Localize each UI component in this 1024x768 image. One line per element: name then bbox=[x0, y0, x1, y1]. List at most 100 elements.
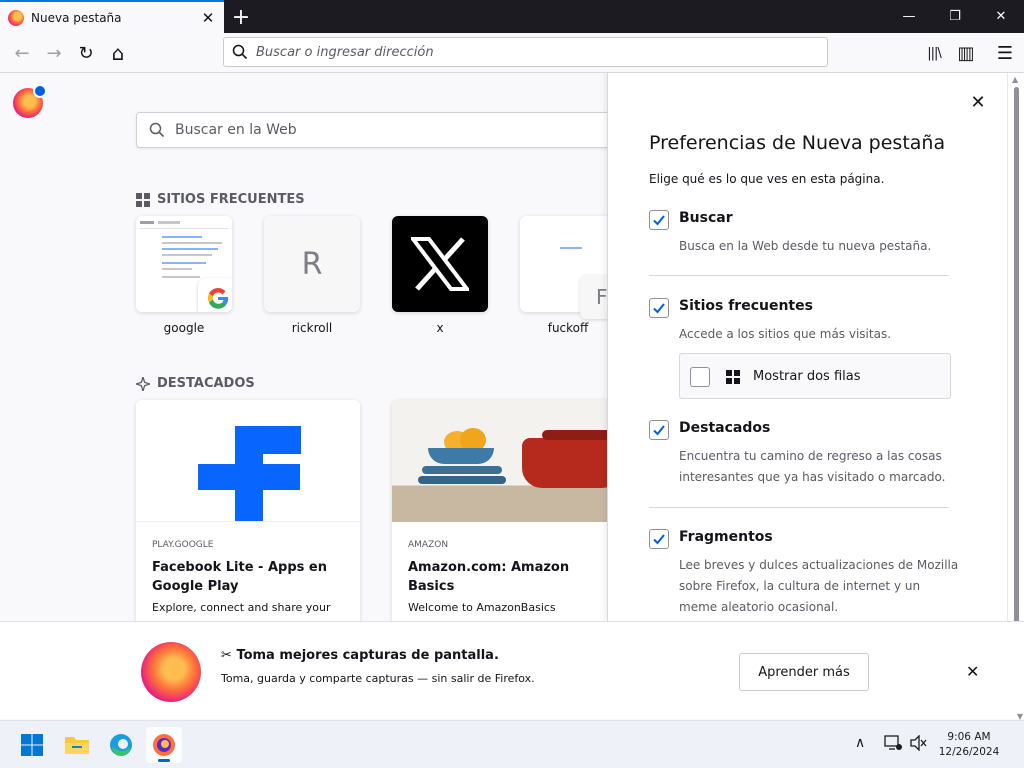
top-site-label: google bbox=[163, 321, 205, 335]
library-icon[interactable]: |||\ bbox=[918, 37, 950, 69]
firefox-taskbar-icon[interactable] bbox=[146, 727, 182, 763]
option-name: Sitios frecuentes bbox=[679, 298, 813, 314]
highlights-heading: DESTACADOS bbox=[136, 376, 255, 391]
highlights-title: DESTACADOS bbox=[157, 376, 255, 391]
search-icon bbox=[232, 44, 248, 60]
tab-title: Nueva pestaña bbox=[31, 10, 122, 25]
back-arrow-icon[interactable]: ← bbox=[6, 37, 38, 69]
top-site-rickroll[interactable]: R rickroll bbox=[264, 216, 360, 335]
facebook-logo-icon bbox=[136, 400, 360, 522]
navigation-bar: ← → ↻ ⌂ Buscar o ingresar dirección |||\… bbox=[0, 33, 1024, 73]
highlight-card-amazon[interactable]: AMAZON Amazon.com: Amazon Basics Welcome… bbox=[392, 400, 616, 621]
windows-start-icon[interactable] bbox=[14, 727, 50, 763]
top-site-label: rickroll bbox=[291, 321, 333, 335]
web-search-placeholder: Buscar en la Web bbox=[175, 122, 297, 138]
web-search-input[interactable]: Buscar en la Web bbox=[136, 112, 616, 148]
option-name: Buscar bbox=[679, 210, 733, 226]
top-sites-checkbox[interactable] bbox=[649, 298, 669, 318]
snippet-close-icon[interactable]: ✕ bbox=[966, 662, 979, 681]
clock-time: 9:06 AM bbox=[947, 731, 991, 743]
snippet-heading: ✂ Toma mejores capturas de pantalla. bbox=[221, 648, 499, 663]
sparkle-icon bbox=[136, 376, 150, 391]
amazon-product-image bbox=[392, 400, 616, 522]
card-source: AMAZON bbox=[408, 540, 449, 550]
checkmark-icon bbox=[653, 425, 665, 436]
new-tab-preferences-panel: ✕ Preferencias de Nueva pestaña Elige qu… bbox=[607, 73, 1007, 621]
card-title: Facebook Lite - Apps en Google Play bbox=[152, 560, 327, 594]
prefs-close-icon[interactable]: ✕ bbox=[968, 92, 988, 113]
url-bar[interactable]: Buscar o ingresar dirección bbox=[223, 37, 828, 67]
top-sites-title: SITIOS FRECUENTES bbox=[157, 192, 305, 207]
firefox-favicon-icon bbox=[8, 9, 24, 26]
home-icon[interactable]: ⌂ bbox=[102, 37, 134, 69]
top-site-fuckoff[interactable]: F fuckoff bbox=[520, 216, 628, 335]
reload-icon[interactable]: ↻ bbox=[70, 37, 102, 69]
checkmark-icon bbox=[653, 534, 665, 545]
edge-browser-icon[interactable] bbox=[103, 727, 139, 763]
sidebar-icon[interactable]: ▥ bbox=[950, 37, 982, 69]
x-logo-icon bbox=[411, 237, 469, 291]
snippets-checkbox[interactable] bbox=[649, 529, 669, 549]
grid-icon bbox=[136, 192, 150, 207]
grid-icon bbox=[726, 370, 740, 384]
google-logo-icon bbox=[198, 278, 232, 312]
forward-arrow-icon[interactable]: → bbox=[38, 37, 70, 69]
prefs-subtitle: Elige qué es lo que ves en esta página. bbox=[649, 172, 885, 186]
snippet-notification-bar: ✂ Toma mejores capturas de pantalla. Tom… bbox=[0, 621, 1024, 721]
option-description: Accede a los sitios que más visitas. bbox=[679, 327, 892, 341]
option-name: Destacados bbox=[679, 420, 771, 436]
firefox-window: Nueva pestaña ✕ + — ❐ ✕ ← → ↻ ⌂ Buscar o… bbox=[0, 0, 1024, 768]
divider bbox=[649, 507, 949, 508]
top-site-label: fuckoff bbox=[547, 321, 589, 335]
learn-more-button[interactable]: Aprender más bbox=[739, 653, 869, 691]
system-clock[interactable]: 9:06 AM 12/26/2024 bbox=[936, 730, 1002, 760]
menu-hamburger-icon[interactable]: ☰ bbox=[989, 37, 1021, 69]
search-checkbox[interactable] bbox=[649, 210, 669, 230]
snippet-heading-text: Toma mejores capturas de pantalla. bbox=[236, 648, 499, 663]
checkmark-icon bbox=[653, 215, 665, 226]
search-icon bbox=[149, 122, 165, 138]
minimize-button[interactable]: — bbox=[886, 0, 932, 33]
tab-bar: Nueva pestaña ✕ + — ❐ ✕ bbox=[0, 0, 1024, 33]
option-name: Fragmentos bbox=[679, 529, 773, 545]
firefox-logo-icon bbox=[13, 84, 47, 118]
site-thumbnail bbox=[560, 247, 582, 249]
file-explorer-icon[interactable] bbox=[59, 727, 95, 763]
maximize-button[interactable]: ❐ bbox=[932, 0, 978, 33]
top-sites-heading: SITIOS FRECUENTES bbox=[136, 192, 305, 207]
top-site-label: x bbox=[436, 321, 444, 335]
snippet-text: Toma, guarda y comparte capturas — sin s… bbox=[221, 672, 535, 685]
option-description: Busca en la Web desde tu nueva pestaña. bbox=[679, 239, 932, 253]
prefs-title: Preferencias de Nueva pestaña bbox=[649, 132, 946, 154]
show-hidden-icons-chevron-icon[interactable]: ∧ bbox=[855, 735, 865, 751]
divider bbox=[649, 275, 949, 276]
new-tab-page: Buscar en la Web SITIOS FRECUENTES googl… bbox=[0, 73, 1024, 621]
card-source: PLAY.GOOGLE bbox=[152, 540, 214, 550]
highlights-checkbox[interactable] bbox=[649, 420, 669, 440]
scroll-up-arrow-icon[interactable]: ▲ bbox=[1012, 75, 1018, 84]
option-description: Encuentra tu camino de regreso a las cos… bbox=[679, 449, 946, 484]
card-title: Amazon.com: Amazon Basics bbox=[408, 560, 570, 594]
window-close-button[interactable]: ✕ bbox=[978, 0, 1024, 33]
tab-new-tab[interactable]: Nueva pestaña ✕ bbox=[0, 0, 224, 33]
two-rows-checkbox[interactable] bbox=[690, 367, 710, 387]
url-placeholder: Buscar o ingresar dirección bbox=[256, 44, 434, 60]
firefox-logo-icon bbox=[141, 642, 201, 702]
top-site-google[interactable]: google bbox=[136, 216, 232, 335]
speaker-muted-icon[interactable] bbox=[910, 734, 928, 755]
tab-close-icon[interactable]: ✕ bbox=[196, 6, 220, 30]
highlight-card-facebook[interactable]: PLAY.GOOGLE Facebook Lite - Apps en Goog… bbox=[136, 400, 360, 621]
two-rows-option: Mostrar dos filas bbox=[679, 353, 951, 399]
scissors-icon: ✂ bbox=[221, 648, 232, 663]
top-site-x[interactable]: x bbox=[392, 216, 488, 335]
checkmark-icon bbox=[653, 303, 665, 314]
scrollbar-thumb[interactable] bbox=[1014, 87, 1019, 621]
card-description: Explore, connect and share your bbox=[152, 601, 331, 614]
vertical-scrollbar[interactable]: ▲ bbox=[1007, 73, 1024, 621]
windows-taskbar: ∧ 9:06 AM 12/26/2024 bbox=[0, 720, 1024, 768]
card-description: Welcome to AmazonBasics bbox=[408, 601, 556, 614]
two-rows-label: Mostrar dos filas bbox=[753, 369, 861, 384]
clock-date: 12/26/2024 bbox=[938, 746, 1000, 758]
new-tab-plus-icon[interactable]: + bbox=[228, 4, 254, 30]
network-icon[interactable] bbox=[884, 735, 902, 755]
